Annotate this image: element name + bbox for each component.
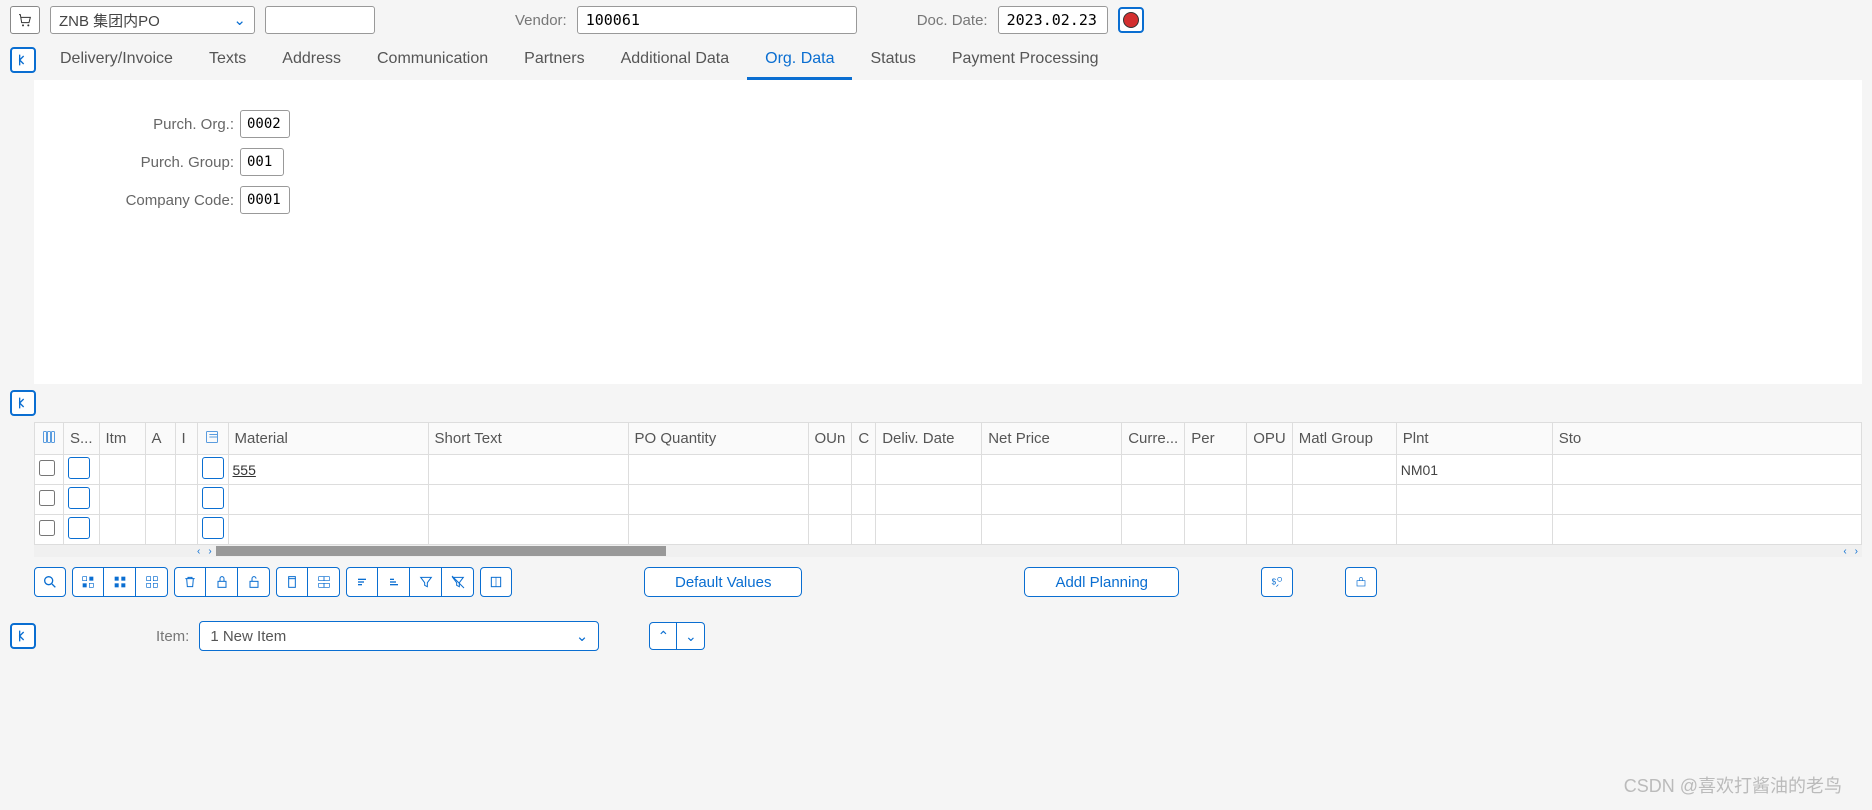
delete-button[interactable]	[174, 567, 206, 597]
scroll-right-end-icon[interactable]: ›	[1851, 546, 1862, 557]
tab-org-data[interactable]: Org. Data	[747, 40, 852, 80]
row-status-icon[interactable]	[68, 487, 90, 509]
tab-partners[interactable]: Partners	[506, 40, 602, 80]
cart-icon	[10, 6, 40, 34]
chevron-down-icon: ⌄	[233, 11, 246, 29]
chevron-down-icon: ⌄	[576, 627, 589, 645]
col-material[interactable]: Material	[228, 423, 428, 455]
collapse-header-button[interactable]	[10, 47, 36, 73]
purch-org-label: Purch. Org.:	[34, 116, 234, 133]
settings-button[interactable]	[1345, 567, 1377, 597]
row-status-icon[interactable]	[68, 457, 90, 479]
row-detail-icon[interactable]	[202, 487, 224, 509]
row-checkbox[interactable]	[39, 520, 55, 536]
search-button[interactable]	[34, 567, 66, 597]
row-status-icon[interactable]	[68, 517, 90, 539]
status-indicator-button[interactable]	[1118, 7, 1144, 33]
tab-status[interactable]: Status	[852, 40, 933, 80]
tab-communication[interactable]: Communication	[359, 40, 506, 80]
collapse-item-detail-button[interactable]	[10, 623, 36, 649]
col-c[interactable]: C	[852, 423, 876, 455]
item-select-value: 1 New Item	[210, 628, 286, 645]
purch-org-input[interactable]	[240, 110, 290, 138]
scroll-left-end-icon[interactable]: ‹	[1839, 546, 1850, 557]
tab-delivery-invoice[interactable]: Delivery/Invoice	[42, 40, 191, 80]
sort-desc-button[interactable]	[378, 567, 410, 597]
row-detail-icon[interactable]	[202, 457, 224, 479]
purch-group-label: Purch. Group:	[34, 154, 234, 171]
deselect-all-button[interactable]	[136, 567, 168, 597]
table-row[interactable]	[35, 485, 1862, 515]
row-checkbox[interactable]	[39, 490, 55, 506]
conditions-button[interactable]: $	[1261, 567, 1293, 597]
material-cell[interactable]: 555	[233, 462, 256, 478]
item-label: Item:	[156, 628, 189, 645]
col-plnt[interactable]: Plnt	[1396, 423, 1552, 455]
row-detail-icon[interactable]	[202, 517, 224, 539]
select-block-button[interactable]	[104, 567, 136, 597]
item-next-button[interactable]: ⌄	[677, 622, 705, 650]
copy-button[interactable]	[276, 567, 308, 597]
filter-button[interactable]	[410, 567, 442, 597]
col-status[interactable]: S...	[64, 423, 100, 455]
col-matl-group[interactable]: Matl Group	[1292, 423, 1396, 455]
col-sto[interactable]: Sto	[1552, 423, 1861, 455]
scroll-left-icon[interactable]: ‹	[193, 546, 204, 557]
po-number-input[interactable]	[265, 6, 375, 34]
watermark: CSDN @喜欢打酱油的老鸟	[1624, 772, 1842, 798]
vendor-input[interactable]	[577, 6, 857, 34]
tab-address[interactable]: Address	[264, 40, 359, 80]
item-select[interactable]: 1 New Item ⌄	[199, 621, 599, 651]
col-currency[interactable]: Curre...	[1122, 423, 1185, 455]
tab-texts[interactable]: Texts	[191, 40, 264, 80]
col-net-price[interactable]: Net Price	[982, 423, 1122, 455]
duplicate-button[interactable]	[308, 567, 340, 597]
unlock-button[interactable]	[238, 567, 270, 597]
col-short-text[interactable]: Short Text	[428, 423, 628, 455]
col-oun[interactable]: OUn	[808, 423, 852, 455]
lock-button[interactable]	[206, 567, 238, 597]
scroll-right-icon[interactable]: ›	[204, 546, 215, 557]
svg-text:$: $	[1272, 578, 1277, 587]
tab-payment-processing[interactable]: Payment Processing	[934, 40, 1117, 80]
doc-date-label: Doc. Date:	[917, 12, 988, 29]
table-row[interactable]: 555 NM01	[35, 455, 1862, 485]
addl-planning-button[interactable]: Addl Planning	[1024, 567, 1179, 597]
vendor-label: Vendor:	[515, 12, 567, 29]
table-row[interactable]	[35, 515, 1862, 545]
item-prev-button[interactable]: ⌃	[649, 622, 677, 650]
col-a[interactable]: A	[145, 423, 175, 455]
col-po-quantity[interactable]: PO Quantity	[628, 423, 808, 455]
sort-asc-button[interactable]	[346, 567, 378, 597]
col-itm[interactable]: Itm	[99, 423, 145, 455]
select-all-button[interactable]	[72, 567, 104, 597]
default-values-button[interactable]: Default Values	[644, 567, 802, 597]
col-opu[interactable]: OPU	[1247, 423, 1293, 455]
po-type-select[interactable]: ZNB 集团内PO ⌄	[50, 6, 255, 34]
col-per[interactable]: Per	[1185, 423, 1247, 455]
doc-date-input[interactable]	[998, 6, 1108, 34]
col-config-icon[interactable]	[35, 423, 64, 455]
horizontal-scrollbar[interactable]	[216, 546, 666, 556]
filter-off-button[interactable]	[442, 567, 474, 597]
layout-button[interactable]	[480, 567, 512, 597]
col-detail-icon[interactable]	[197, 423, 228, 455]
col-i[interactable]: I	[175, 423, 197, 455]
company-code-label: Company Code:	[34, 192, 234, 209]
purch-group-input[interactable]	[240, 148, 284, 176]
po-type-value: ZNB 集团内PO	[59, 10, 160, 31]
company-code-input[interactable]	[240, 186, 290, 214]
collapse-items-button[interactable]	[10, 390, 36, 416]
row-checkbox[interactable]	[39, 460, 55, 476]
tab-additional-data[interactable]: Additional Data	[603, 40, 748, 80]
col-deliv-date[interactable]: Deliv. Date	[876, 423, 982, 455]
plnt-cell[interactable]: NM01	[1396, 455, 1552, 485]
